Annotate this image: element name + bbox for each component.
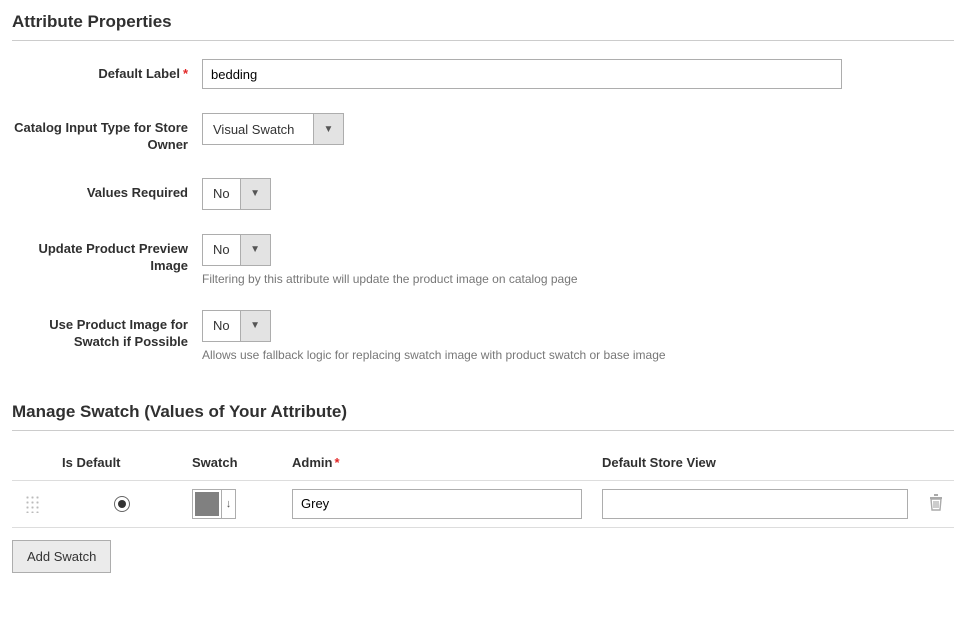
section-title: Manage Swatch (Values of Your Attribute) <box>12 402 954 431</box>
header-is-default: Is Default <box>62 455 121 470</box>
help-update-preview: Filtering by this attribute will update … <box>202 272 842 286</box>
field-update-preview: Update Product Preview Image No ▼ Filter… <box>12 234 954 286</box>
values-required-select[interactable]: No ▼ <box>202 178 271 210</box>
chevron-down-icon: ▼ <box>240 235 270 265</box>
chevron-down-icon: ▼ <box>240 311 270 341</box>
is-default-radio[interactable] <box>114 496 130 512</box>
manage-swatch-section: Manage Swatch (Values of Your Attribute)… <box>12 402 954 573</box>
swatch-color-icon <box>193 490 221 518</box>
add-swatch-button[interactable]: Add Swatch <box>12 540 111 573</box>
header-store-view: Default Store View <box>602 455 716 470</box>
input-type-value: Visual Swatch <box>203 114 313 144</box>
swatch-table-header: Is Default Swatch Admin* Default Store V… <box>12 449 954 480</box>
header-admin: Admin <box>292 455 332 470</box>
default-label-input[interactable] <box>202 59 842 89</box>
chevron-down-icon: ▼ <box>313 114 343 144</box>
label-use-product-img: Use Product Image for Swatch if Possible <box>12 310 202 351</box>
required-asterisk: * <box>334 455 339 470</box>
input-type-select[interactable]: Visual Swatch ▼ <box>202 113 344 145</box>
label-input-type: Catalog Input Type for Store Owner <box>12 113 202 154</box>
use-product-img-value: No <box>203 311 240 341</box>
required-asterisk: * <box>183 66 188 81</box>
store-view-value-input[interactable] <box>602 489 908 519</box>
use-product-img-select[interactable]: No ▼ <box>202 310 271 342</box>
trash-icon <box>928 493 944 511</box>
update-preview-value: No <box>203 235 240 265</box>
field-use-product-img: Use Product Image for Swatch if Possible… <box>12 310 954 362</box>
section-title: Attribute Properties <box>12 12 954 41</box>
values-required-value: No <box>203 179 240 209</box>
swatch-row: ↓ <box>12 480 954 528</box>
radio-selected-icon <box>118 500 126 508</box>
field-input-type: Catalog Input Type for Store Owner Visua… <box>12 113 954 154</box>
label-update-preview: Update Product Preview Image <box>12 234 202 275</box>
chevron-down-icon: ▼ <box>240 179 270 209</box>
swatch-color-picker[interactable]: ↓ <box>192 489 236 519</box>
help-use-product-img: Allows use fallback logic for replacing … <box>202 348 842 362</box>
arrow-down-icon: ↓ <box>221 490 235 518</box>
label-default-label: Default Label <box>98 66 180 81</box>
field-values-required: Values Required No ▼ <box>12 178 954 210</box>
admin-value-input[interactable] <box>292 489 582 519</box>
delete-row-button[interactable] <box>928 493 944 514</box>
attribute-properties-section: Attribute Properties Default Label* Cata… <box>12 12 954 362</box>
drag-handle-icon[interactable] <box>25 495 39 513</box>
field-default-label: Default Label* <box>12 59 954 89</box>
header-swatch: Swatch <box>192 455 238 470</box>
label-values-required: Values Required <box>12 178 202 202</box>
update-preview-select[interactable]: No ▼ <box>202 234 271 266</box>
